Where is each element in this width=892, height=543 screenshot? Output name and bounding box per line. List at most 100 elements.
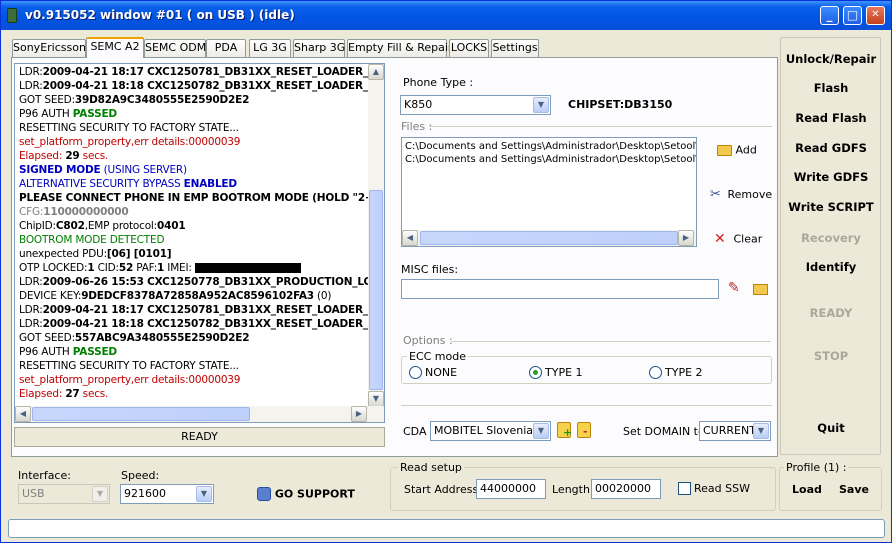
- files-horizontal-scrollbar[interactable]: ◀ ▶: [402, 230, 696, 246]
- maximize-button[interactable]: □: [843, 6, 862, 25]
- ecc-type1-radio[interactable]: [529, 366, 542, 379]
- misc-files-input[interactable]: [401, 279, 719, 299]
- log-text: 9DEDCF8378A72858A952AC8596102FA3: [81, 290, 314, 302]
- log-line: set_platform_property,err details:000000…: [19, 136, 240, 150]
- go-support-label: GO SUPPORT: [274, 487, 355, 501]
- domain-select[interactable]: CURRENT ▼: [699, 421, 771, 441]
- files-list[interactable]: C:\Documents and Settings\Administrador\…: [401, 137, 697, 247]
- identify-button[interactable]: Identify: [783, 260, 879, 274]
- log-text: PASSED: [72, 346, 117, 358]
- cda-separator: [401, 405, 772, 406]
- cda-label: CDA: [403, 425, 427, 438]
- log-text: CID:: [94, 262, 119, 274]
- log-text: set_platform_property,err details:000000…: [19, 374, 241, 386]
- log-output[interactable]: LDR:2009-04-21 18:17 CXC1250781_DB31XX_R…: [14, 63, 385, 423]
- log-text: 2009-04-21 18:17 CXC1250781_DB31XX_RESET…: [42, 304, 376, 316]
- read-ssw-label[interactable]: Read SSW: [694, 482, 750, 495]
- chevron-down-icon[interactable]: ▼: [196, 486, 212, 502]
- log-line: LDR:2009-04-21 18:18 CXC1250782_DB31XX_R…: [19, 80, 376, 94]
- write-gdfs-button[interactable]: Write GDFS: [783, 170, 879, 184]
- misc-folder-icon[interactable]: [753, 284, 768, 295]
- add-label: Add: [735, 143, 757, 157]
- ecc-type2-label[interactable]: TYPE 2: [665, 366, 703, 379]
- load-button[interactable]: Load: [792, 483, 822, 496]
- tab-settings[interactable]: Settings: [491, 39, 539, 57]
- read-gdfs-button[interactable]: Read GDFS: [783, 141, 879, 155]
- chevron-down-icon[interactable]: ▼: [753, 423, 769, 439]
- ecc-none-radio[interactable]: [409, 366, 422, 379]
- log-text: IMEI:: [164, 262, 192, 274]
- title-bar[interactable]: v0.915052 window #01 ( on USB ) (idle) _…: [1, 1, 891, 30]
- ecc-type1-label[interactable]: TYPE 1: [545, 366, 583, 379]
- log-text: 2009-04-21 18:18 CXC1250782_DB31XX_RESET…: [42, 318, 376, 330]
- app-icon: [7, 8, 17, 23]
- save-button[interactable]: Save: [839, 483, 869, 496]
- flash-button[interactable]: Flash: [783, 81, 879, 95]
- progress-bar: [8, 519, 885, 538]
- chevron-down-icon[interactable]: ▼: [533, 423, 549, 439]
- log-horizontal-scrollbar[interactable]: ◀ ▶: [15, 406, 384, 422]
- cda-select[interactable]: MOBITEL Slovenia /: ▼: [430, 421, 551, 441]
- cda-remove-icon[interactable]: -: [577, 422, 591, 438]
- tab-lg-3g[interactable]: LG 3G: [249, 39, 291, 57]
- add-button[interactable]: Add: [717, 143, 757, 157]
- interface-select[interactable]: USB ▼: [18, 484, 110, 504]
- log-text: 27: [65, 388, 80, 400]
- read-flash-button[interactable]: Read Flash: [783, 111, 879, 125]
- log-line: CFG:110000000000: [19, 206, 129, 220]
- files-scroll-left-button[interactable]: ◀: [402, 230, 418, 246]
- tab-empty-fill-repair[interactable]: Empty Fill & Repair: [347, 39, 452, 57]
- cda-add-icon[interactable]: +: [557, 422, 572, 439]
- edit-pencil-icon[interactable]: ✎: [728, 280, 740, 296]
- phone-type-select[interactable]: K850 ▼: [400, 95, 551, 115]
- go-support-button[interactable]: GO SUPPORT: [257, 487, 355, 501]
- tab-pda[interactable]: PDA: [206, 39, 246, 57]
- quit-button[interactable]: Quit: [783, 421, 879, 435]
- log-text: OTP LOCKED:: [19, 262, 88, 274]
- file-path-1[interactable]: C:\Documents and Settings\Administrador\…: [405, 141, 696, 152]
- scroll-down-button[interactable]: ▼: [368, 391, 384, 407]
- chevron-down-icon[interactable]: ▼: [533, 97, 549, 113]
- remove-button[interactable]: ✂ Remove: [710, 187, 772, 202]
- write-script-button[interactable]: Write SCRIPT: [783, 200, 879, 214]
- close-button[interactable]: ✕: [866, 6, 885, 25]
- read-ssw-checkbox[interactable]: [678, 482, 691, 495]
- log-line: BOOTROM MODE DETECTED: [19, 234, 165, 248]
- tab-sonyericsson[interactable]: SonyEricsson: [12, 39, 86, 57]
- log-text: PASSED: [72, 108, 117, 120]
- file-path-2[interactable]: C:\Documents and Settings\Administrador\…: [405, 154, 696, 165]
- scroll-right-button[interactable]: ▶: [351, 406, 367, 422]
- tab-semc-a2[interactable]: SEMC A2: [86, 37, 144, 58]
- speed-select[interactable]: 921600 ▼: [120, 484, 214, 504]
- start-address-input[interactable]: 44000000: [476, 479, 546, 499]
- minimize-button[interactable]: _: [820, 6, 839, 25]
- tab-sharp-3g[interactable]: Sharp 3G: [293, 39, 345, 57]
- files-scroll-right-button[interactable]: ▶: [678, 230, 694, 246]
- stop-button[interactable]: STOP: [783, 349, 879, 363]
- scroll-up-button[interactable]: ▲: [368, 64, 384, 80]
- remove-label: Remove: [727, 188, 773, 201]
- ecc-type2-radio[interactable]: [649, 366, 662, 379]
- misc-files-label: MISC files:: [401, 263, 459, 276]
- horizontal-scroll-thumb[interactable]: [32, 407, 250, 421]
- unlock-repair-button[interactable]: Unlock/Repair: [783, 52, 879, 66]
- files-scroll-thumb[interactable]: [420, 231, 678, 245]
- chevron-down-icon[interactable]: ▼: [92, 486, 108, 502]
- recovery-button[interactable]: Recovery: [783, 231, 879, 245]
- scroll-left-button[interactable]: ◀: [15, 406, 31, 422]
- interface-label: Interface:: [18, 469, 71, 482]
- files-separator: [429, 126, 772, 127]
- clear-button[interactable]: ✕ Clear: [714, 231, 762, 247]
- log-vertical-scrollbar[interactable]: ▲ ▼: [368, 64, 384, 407]
- length-input[interactable]: 00020000: [591, 479, 661, 499]
- ecc-none-label[interactable]: NONE: [425, 366, 457, 379]
- log-text: BOOTROM MODE DETECTED: [19, 234, 165, 246]
- tab-locks[interactable]: LOCKS: [449, 39, 489, 57]
- log-text: Elapsed:: [19, 150, 66, 162]
- speed-label: Speed:: [121, 469, 160, 482]
- tab-semc-odm[interactable]: SEMC ODM: [144, 39, 206, 57]
- log-line: RESETTING SECURITY TO FACTORY STATE...: [19, 360, 239, 374]
- cda-value: MOBITEL Slovenia /:: [434, 424, 544, 437]
- vertical-scroll-thumb[interactable]: [369, 190, 383, 390]
- log-line: LDR:2009-04-21 18:17 CXC1250781_DB31XX_R…: [19, 66, 376, 80]
